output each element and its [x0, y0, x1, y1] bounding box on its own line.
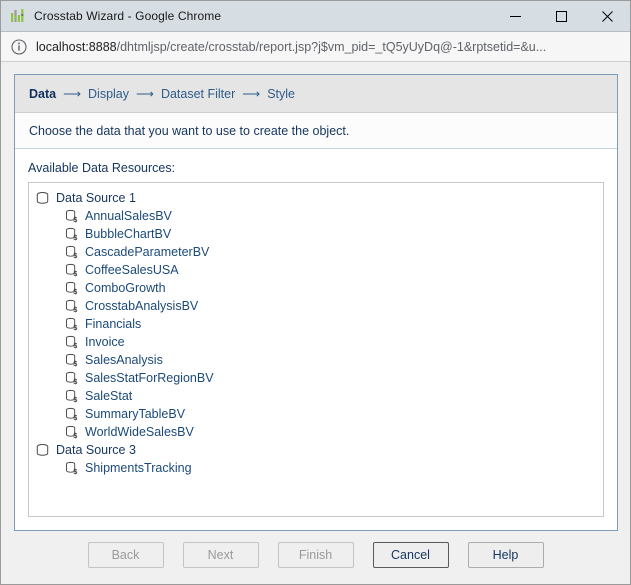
wizard-footer: Back Next Finish Cancel Help: [1, 542, 630, 582]
dataset-icon: $: [64, 209, 79, 224]
cancel-button[interactable]: Cancel: [373, 542, 449, 568]
svg-text:$: $: [73, 325, 77, 332]
instruction-text: Choose the data that you want to use to …: [15, 113, 617, 149]
window-title: Crosstab Wizard - Google Chrome: [34, 9, 221, 23]
tree-item-label: CascadeParameterBV: [85, 245, 209, 259]
bar-chart-icon: [10, 8, 26, 24]
tree-item-dataset[interactable]: $ CoffeeSalesUSA: [29, 261, 603, 279]
tree-item-label: SalesAnalysis: [85, 353, 163, 367]
window-controls: [492, 1, 630, 32]
close-icon: [602, 11, 613, 22]
tree-item-label: BubbleChartBV: [85, 227, 171, 241]
url-host: localhost:8888: [36, 40, 117, 54]
panel-body: Available Data Resources: Data Source 1 …: [15, 149, 617, 530]
tree-item-dataset[interactable]: $ SummaryTableBV: [29, 405, 603, 423]
svg-text:$: $: [73, 379, 77, 386]
breadcrumb-step-display[interactable]: Display: [88, 87, 129, 101]
tree-item-dataset[interactable]: $ SalesAnalysis: [29, 351, 603, 369]
info-circle-icon[interactable]: [11, 39, 27, 55]
svg-text:$: $: [73, 361, 77, 368]
breadcrumb-arrow-icon: ⟶: [242, 86, 260, 101]
tree-item-dataset[interactable]: $ WorldWideSalesBV: [29, 423, 603, 441]
svg-text:$: $: [73, 271, 77, 278]
finish-button: Finish: [278, 542, 354, 568]
tree-item-dataset[interactable]: $ Invoice: [29, 333, 603, 351]
tree-item-label: CrosstabAnalysisBV: [85, 299, 198, 313]
svg-text:$: $: [73, 433, 77, 440]
url-path: /dhtmljsp/create/crosstab/report.jsp?j$v…: [117, 40, 547, 54]
svg-text:$: $: [73, 415, 77, 422]
svg-text:$: $: [73, 469, 77, 476]
data-resources-tree[interactable]: Data Source 1 $ AnnualSalesBV $ BubbleCh…: [28, 182, 604, 517]
breadcrumb: Data ⟶ Display ⟶ Dataset Filter ⟶ Style: [15, 75, 617, 113]
breadcrumb-step-dataset-filter[interactable]: Dataset Filter: [161, 87, 235, 101]
tree-item-dataset[interactable]: $ CascadeParameterBV: [29, 243, 603, 261]
tree-item-dataset[interactable]: $ CrosstabAnalysisBV: [29, 297, 603, 315]
database-icon: [35, 191, 50, 206]
tree-item-label: WorldWideSalesBV: [85, 425, 194, 439]
tree-item-label: Data Source 3: [56, 443, 136, 457]
tree-item-label: AnnualSalesBV: [85, 209, 172, 223]
back-button: Back: [88, 542, 164, 568]
url-text: localhost:8888/dhtmljsp/create/crosstab/…: [36, 40, 546, 54]
svg-text:$: $: [73, 397, 77, 404]
svg-text:$: $: [73, 235, 77, 242]
maximize-button[interactable]: [538, 1, 584, 32]
dataset-icon: $: [64, 461, 79, 476]
tree-item-dataset[interactable]: $ Financials: [29, 315, 603, 333]
tree-item-label: SalesStatForRegionBV: [85, 371, 214, 385]
title-bar: Crosstab Wizard - Google Chrome: [1, 1, 630, 32]
breadcrumb-arrow-icon: ⟶: [63, 86, 81, 101]
breadcrumb-arrow-icon: ⟶: [136, 86, 154, 101]
tree-item-label: ComboGrowth: [85, 281, 166, 295]
tree-item-label: Data Source 1: [56, 191, 136, 205]
database-icon: [35, 443, 50, 458]
dataset-icon: $: [64, 281, 79, 296]
svg-text:$: $: [73, 307, 77, 314]
breadcrumb-step-style[interactable]: Style: [267, 87, 295, 101]
dataset-icon: $: [64, 371, 79, 386]
tree-item-dataset[interactable]: $ SaleStat: [29, 387, 603, 405]
dataset-icon: $: [64, 389, 79, 404]
tree-item-dataset[interactable]: $ BubbleChartBV: [29, 225, 603, 243]
maximize-icon: [556, 11, 567, 22]
available-data-resources-label: Available Data Resources:: [28, 161, 604, 175]
tree-item-datasource[interactable]: Data Source 1: [29, 189, 603, 207]
minimize-button[interactable]: [492, 1, 538, 32]
dataset-icon: $: [64, 407, 79, 422]
page-content: Data ⟶ Display ⟶ Dataset Filter ⟶ Style …: [1, 62, 630, 584]
tree-item-label: SaleStat: [85, 389, 132, 403]
tree-item-label: Invoice: [85, 335, 125, 349]
dataset-icon: $: [64, 425, 79, 440]
dataset-icon: $: [64, 227, 79, 242]
tree-item-dataset[interactable]: $ SalesStatForRegionBV: [29, 369, 603, 387]
minimize-icon: [510, 11, 521, 22]
tree-item-dataset[interactable]: $ AnnualSalesBV: [29, 207, 603, 225]
breadcrumb-step-data[interactable]: Data: [29, 87, 56, 101]
dataset-icon: $: [64, 263, 79, 278]
close-button[interactable]: [584, 1, 630, 32]
help-button[interactable]: Help: [468, 542, 544, 568]
tree-item-label: ShipmentsTracking: [85, 461, 192, 475]
tree-item-dataset[interactable]: $ ComboGrowth: [29, 279, 603, 297]
svg-text:$: $: [73, 253, 77, 260]
dataset-icon: $: [64, 245, 79, 260]
tree-item-dataset[interactable]: $ ShipmentsTracking: [29, 459, 603, 477]
svg-text:$: $: [73, 343, 77, 350]
dataset-icon: $: [64, 317, 79, 332]
svg-text:$: $: [73, 289, 77, 296]
address-bar[interactable]: localhost:8888/dhtmljsp/create/crosstab/…: [1, 32, 630, 62]
svg-text:$: $: [73, 217, 77, 224]
dataset-icon: $: [64, 353, 79, 368]
tree-item-label: Financials: [85, 317, 141, 331]
tree-item-label: CoffeeSalesUSA: [85, 263, 179, 277]
dataset-icon: $: [64, 335, 79, 350]
chrome-window: Crosstab Wizard - Google Chrome: [0, 0, 631, 585]
dataset-icon: $: [64, 299, 79, 314]
wizard-panel: Data ⟶ Display ⟶ Dataset Filter ⟶ Style …: [14, 74, 618, 531]
tree-item-datasource[interactable]: Data Source 3: [29, 441, 603, 459]
tree-item-label: SummaryTableBV: [85, 407, 185, 421]
next-button: Next: [183, 542, 259, 568]
